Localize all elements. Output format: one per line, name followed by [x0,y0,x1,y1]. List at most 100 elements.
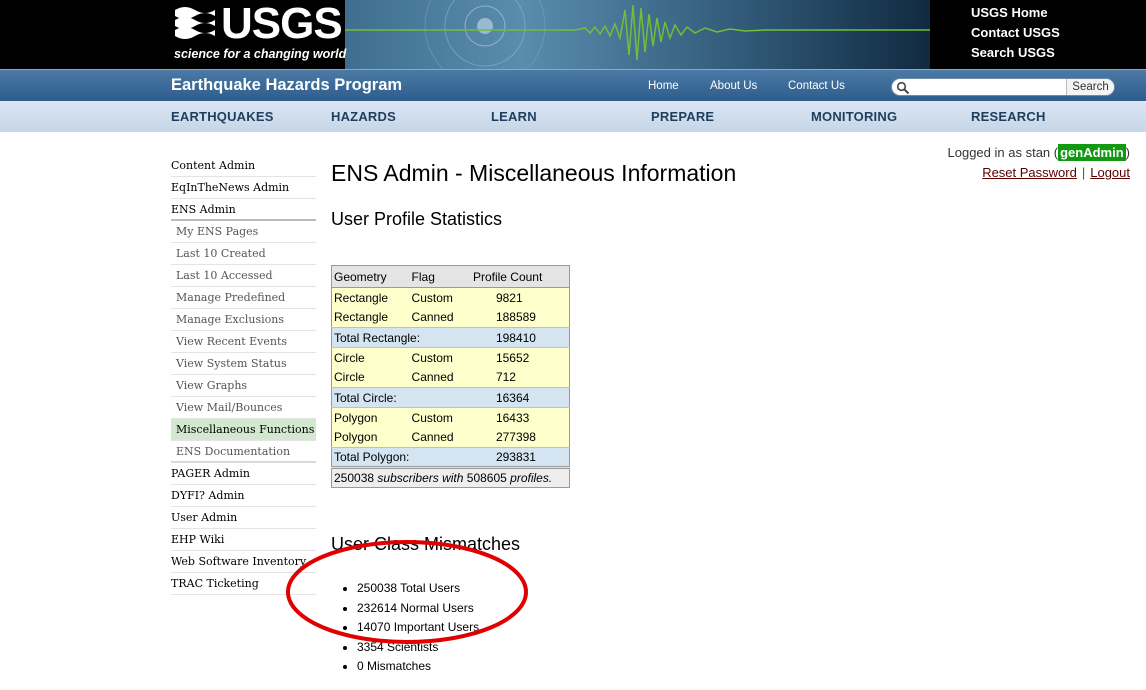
geometry-cell: Rectangle [331,307,410,328]
nav-earthquakes[interactable]: EARTHQUAKES [171,109,274,124]
sidebar-item-view-mail-bounces[interactable]: View Mail/Bounces [171,397,316,419]
total-label-cell: Total Rectangle: [331,327,471,348]
total-label-cell: Total Circle: [331,387,471,408]
subscriber-count: 250038 [334,471,375,485]
table-row: Polygon Custom 16433 [331,407,570,428]
geometry-cell: Circle [331,367,410,388]
sidebar-item-ens-documentation[interactable]: ENS Documentation [171,441,316,463]
reset-password-link[interactable]: Reset Password [982,165,1077,180]
contact-usgs-link[interactable]: Contact USGS [971,23,1060,43]
geometry-cell: Polygon [331,407,410,428]
flag-cell: Canned [409,307,471,328]
sidebar-item-manage-exclusions[interactable]: Manage Exclusions [171,309,316,331]
about-us-link[interactable]: About Us [710,80,757,92]
logged-in-line: Logged in as stan (genAdmin) [948,142,1130,164]
flag-cell: Custom [409,347,471,368]
table-row: Rectangle Custom 9821 [331,287,570,308]
sidebar-item-last-10-created[interactable]: Last 10 Created [171,243,316,265]
usgs-wave-logo-icon [175,7,215,39]
profiles-label: profiles. [510,471,553,485]
search-icon [896,81,910,95]
total-row-circle: Total Circle: 16364 [331,387,570,408]
sidebar-item-last-10-accessed[interactable]: Last 10 Accessed [171,265,316,287]
count-cell: 188589 [470,307,570,328]
program-title[interactable]: Earthquake Hazards Program [171,76,402,95]
sidebar-item-ens-admin[interactable]: ENS Admin [171,199,316,221]
total-count-cell: 198410 [470,327,570,348]
geometry-cell: Rectangle [331,287,410,308]
seismogram-graphic [345,0,930,69]
program-bar: Earthquake Hazards Program Home About Us… [0,69,1146,101]
table-row: Polygon Canned 277398 [331,427,570,448]
sidebar-item-view-recent-events[interactable]: View Recent Events [171,331,316,353]
mismatch-list: 250038 Total Users 232614 Normal Users 1… [340,580,479,678]
contact-us-link[interactable]: Contact Us [788,80,845,92]
count-cell: 16433 [470,407,570,428]
flag-cell: Custom [409,287,471,308]
search-usgs-link[interactable]: Search USGS [971,43,1060,63]
count-cell: 277398 [470,427,570,448]
site-banner: USGS science for a changing world USGS H… [0,0,1146,69]
total-label-cell: Total Polygon: [331,447,471,468]
nav-hazards[interactable]: HAZARDS [331,109,396,124]
table-row: Rectangle Canned 188589 [331,307,570,328]
flag-cell: Canned [409,367,471,388]
list-item: 3354 Scientists [357,639,479,659]
profile-count-total: 508605 [466,471,507,485]
link-separator: | [1081,165,1086,180]
search-box: Search [891,78,1115,96]
subscribers-label: subscribers with [377,471,464,485]
search-input[interactable] [912,80,1062,95]
count-cell: 15652 [470,347,570,368]
nav-learn[interactable]: LEARN [491,109,537,124]
total-count-cell: 293831 [470,447,570,468]
geometry-cell: Polygon [331,427,410,448]
table-row: Circle Custom 15652 [331,347,570,368]
sidebar-item-view-graphs[interactable]: View Graphs [171,375,316,397]
account-links: Reset Password | Logout [948,164,1130,182]
sidebar-item-user-admin[interactable]: User Admin [171,507,316,529]
search-button[interactable]: Search [1066,79,1114,95]
usgs-home-link[interactable]: USGS Home [971,3,1060,23]
subscriber-summary: 250038 subscribers with 508605 profiles. [331,466,570,488]
flag-cell: Canned [409,427,471,448]
sidebar-item-dyfi-admin[interactable]: DYFI? Admin [171,485,316,507]
flag-cell: Custom [409,407,471,428]
sidebar-item-my-ens-pages[interactable]: My ENS Pages [171,221,316,243]
table-header-row: Geometry Flag Profile Count [331,265,570,288]
usgs-logo[interactable]: USGS science for a changing world [171,0,346,69]
sidebar-item-content-admin[interactable]: Content Admin [171,155,316,177]
logged-in-prefix: Logged in as stan ( [947,145,1059,160]
page-title: ENS Admin - Miscellaneous Information [331,160,737,186]
sidebar-item-web-software-inventory[interactable]: Web Software Inventory [171,551,316,573]
profile-stats-table: Geometry Flag Profile Count Rectangle Cu… [331,265,570,488]
nav-prepare[interactable]: PREPARE [651,109,714,124]
sidebar-item-pager-admin[interactable]: PAGER Admin [171,463,316,485]
profile-stats-heading: User Profile Statistics [331,209,503,229]
main-nav: EARTHQUAKES HAZARDS LEARN PREPARE MONITO… [0,101,1146,132]
sidebar-item-miscellaneous-functions[interactable]: Miscellaneous Functions [171,419,316,441]
list-item: 0 Mismatches [357,658,479,678]
total-row-rectangle: Total Rectangle: 198410 [331,327,570,348]
logout-link[interactable]: Logout [1090,165,1130,180]
sidebar-item-view-system-status[interactable]: View System Status [171,353,316,375]
nav-research[interactable]: RESEARCH [971,109,1046,124]
table-footer-row: 250038 subscribers with 508605 profiles. [331,466,570,488]
home-link[interactable]: Home [648,80,679,92]
table-row: Circle Canned 712 [331,367,570,388]
count-cell: 9821 [470,287,570,308]
total-count-cell: 16364 [470,387,570,408]
list-item: 14070 Important Users [357,619,479,639]
role-badge: genAdmin [1058,144,1126,161]
login-status: Logged in as stan (genAdmin) Reset Passw… [948,142,1130,182]
sidebar-item-ehp-wiki[interactable]: EHP Wiki [171,529,316,551]
geometry-cell: Circle [331,347,410,368]
sidebar: Content Admin EqInTheNews Admin ENS Admi… [171,155,316,595]
sidebar-item-trac-ticketing[interactable]: TRAC Ticketing [171,573,316,595]
column-header-geometry: Geometry [331,265,410,288]
column-header-profile-count: Profile Count [470,265,570,288]
sidebar-item-eqinthenews-admin[interactable]: EqInTheNews Admin [171,177,316,199]
nav-monitoring[interactable]: MONITORING [811,109,897,124]
sidebar-item-manage-predefined[interactable]: Manage Predefined [171,287,316,309]
logged-in-suffix: ) [1125,145,1130,160]
